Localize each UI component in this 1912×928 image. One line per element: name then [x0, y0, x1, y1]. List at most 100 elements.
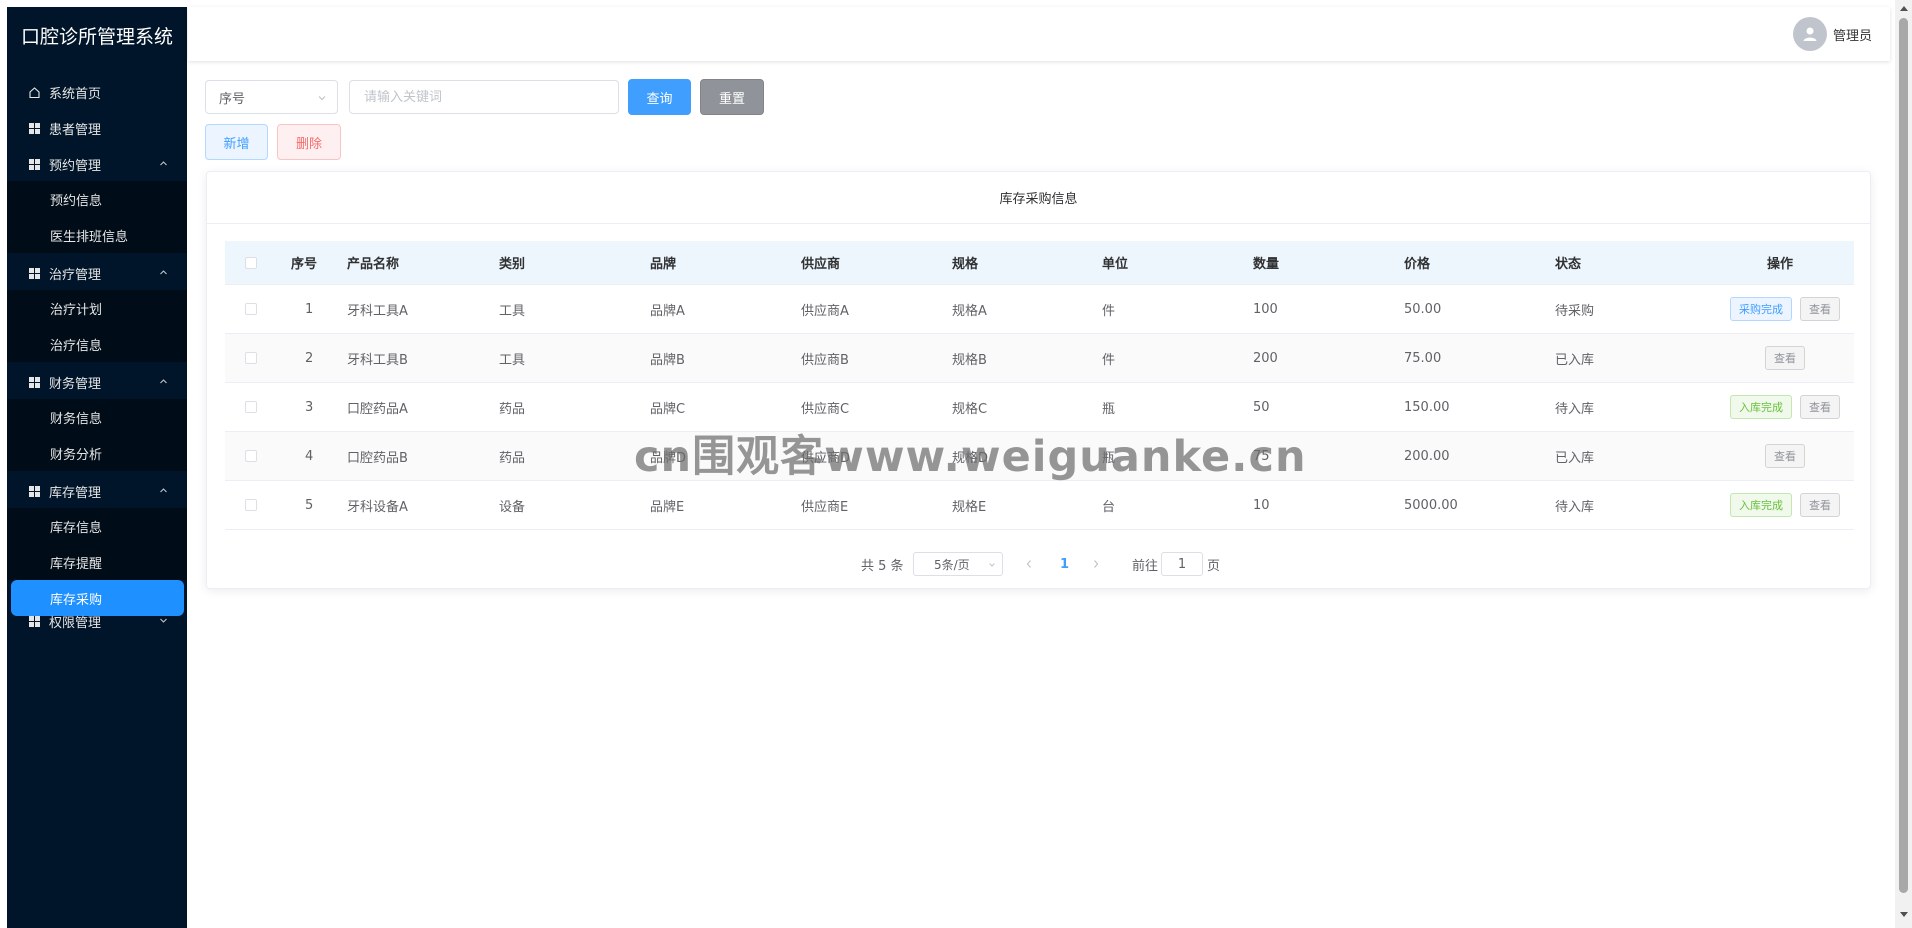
column-header: 产品名称 — [347, 257, 400, 272]
app-title: 口腔诊所管理系统 — [20, 25, 173, 48]
column-header: 操作 — [1766, 257, 1793, 272]
view-button[interactable]: 查看 — [1765, 346, 1805, 370]
goto-page-input[interactable]: 1 — [1161, 552, 1203, 576]
sidebar-subitem[interactable]: 预约信息 — [7, 181, 187, 217]
page-number-current[interactable]: 1 — [1060, 550, 1069, 578]
table-header-row: 序号 产品名称 类别 品牌 供应商 规格 单位 数量 价格 状态 操作 — [225, 241, 1854, 285]
sidebar-item-5[interactable]: 财务管理 — [7, 364, 187, 400]
table-row: 1 牙科工具A 工具 品牌A 供应商A 规格A 件 100 50.00 待采购 采购完成 查看 — [225, 285, 1854, 334]
sidebar-item-7[interactable]: 权限管理 — [7, 603, 187, 639]
view-button[interactable]: 查看 — [1800, 297, 1840, 321]
sidebar-item-label: 患者管理 — [49, 122, 102, 138]
sidebar-item-6[interactable]: 库存管理 — [7, 473, 187, 509]
grid-icon — [27, 485, 41, 497]
sidebar-subitem-label: 治疗信息 — [50, 338, 103, 354]
cell-price: 200.00 — [1404, 448, 1450, 464]
cell-supplier: 供应商E — [801, 499, 849, 515]
sidebar-item-2[interactable]: 患者管理 — [7, 110, 187, 146]
select-all-checkbox[interactable] — [245, 256, 257, 269]
sidebar-subitem[interactable]: 医生排班信息 — [7, 217, 187, 253]
sidebar-item-label: 预约管理 — [49, 158, 102, 174]
scroll-up-icon[interactable] — [1900, 6, 1908, 11]
cell-status: 已入库 — [1555, 352, 1595, 368]
sidebar-item-4[interactable]: 治疗管理 — [7, 255, 187, 291]
sidebar-subitem[interactable]: 治疗信息 — [7, 326, 187, 362]
add-button[interactable]: 新增 — [205, 124, 268, 160]
sidebar-subitem[interactable]: 库存提醒 — [7, 544, 187, 580]
row-checkbox[interactable] — [245, 352, 257, 364]
next-page-icon[interactable] — [1092, 550, 1100, 578]
row-actions: 采购完成 查看 — [1714, 285, 1864, 333]
cell-status: 待入库 — [1555, 499, 1595, 515]
user-name[interactable]: 管理员 — [1833, 25, 1872, 44]
cell-status: 已入库 — [1555, 450, 1595, 466]
chevron-up-icon — [159, 157, 167, 166]
stock-in-complete-button[interactable]: 入库完成 — [1730, 395, 1792, 419]
chevron-up-icon — [159, 484, 167, 493]
cell-id: 2 — [305, 350, 314, 366]
sidebar-item-label: 财务管理 — [49, 376, 102, 392]
chevron-down-icon — [159, 614, 167, 623]
cell-status: 待入库 — [1555, 401, 1595, 417]
column-header: 状态 — [1555, 257, 1582, 272]
row-checkbox[interactable] — [245, 401, 257, 413]
column-header: 供应商 — [801, 257, 841, 272]
pagination: 共 5 条 5条/页 1 前往 1 页 — [207, 550, 1870, 578]
sidebar-item-1[interactable]: 系统首页 — [7, 74, 187, 110]
reset-button[interactable]: 重置 — [700, 79, 764, 115]
cell-category: 设备 — [499, 499, 526, 515]
grid-icon — [27, 122, 41, 134]
user-icon[interactable] — [1792, 17, 1827, 51]
search-input[interactable] — [349, 80, 619, 114]
query-button[interactable]: 查询 — [628, 79, 691, 115]
delete-button[interactable]: 删除 — [277, 124, 341, 160]
sidebar-subitem[interactable]: 财务分析 — [7, 435, 187, 471]
row-checkbox[interactable] — [245, 303, 257, 315]
cell-price: 150.00 — [1404, 399, 1450, 415]
stock-in-complete-button[interactable]: 入库完成 — [1730, 493, 1792, 517]
page-size-select[interactable]: 5条/页 — [913, 552, 1003, 576]
view-button[interactable]: 查看 — [1800, 395, 1840, 419]
grid-icon — [27, 376, 41, 388]
purchase-complete-button[interactable]: 采购完成 — [1730, 297, 1792, 321]
sidebar-item-label: 权限管理 — [49, 615, 102, 631]
cell-spec: 规格A — [952, 303, 987, 319]
scrollbar-thumb[interactable] — [1899, 18, 1908, 893]
sidebar-item-label: 系统首页 — [49, 86, 102, 102]
sidebar-subitem[interactable]: 库存信息 — [7, 508, 187, 544]
column-header: 品牌 — [650, 257, 677, 272]
sidebar-subitem[interactable]: 治疗计划 — [7, 290, 187, 326]
chevron-down-icon — [318, 96, 326, 101]
sidebar-subitem-label: 预约信息 — [50, 193, 103, 209]
scroll-down-icon[interactable] — [1900, 912, 1908, 917]
view-button[interactable]: 查看 — [1800, 493, 1840, 517]
cell-qty: 100 — [1253, 301, 1278, 317]
page-size-value: 5条/页 — [934, 557, 970, 572]
chevron-down-icon — [989, 563, 995, 567]
column-header: 数量 — [1253, 257, 1280, 272]
page-scrollbar[interactable] — [1895, 0, 1912, 928]
cell-id: 3 — [305, 399, 314, 415]
sidebar-subitem-label: 医生排班信息 — [50, 229, 129, 245]
cell-unit: 件 — [1102, 303, 1116, 319]
row-checkbox[interactable] — [245, 450, 257, 462]
sidebar-subitem[interactable]: 财务信息 — [7, 399, 187, 435]
home-icon — [27, 86, 41, 99]
column-header: 序号 — [291, 257, 318, 272]
row-checkbox[interactable] — [245, 499, 257, 511]
search-field-select[interactable]: 序号 — [205, 80, 338, 114]
grid-icon — [27, 267, 41, 279]
chevron-up-icon — [159, 375, 167, 384]
cell-category: 工具 — [499, 303, 526, 319]
column-header: 单位 — [1102, 257, 1129, 272]
chevron-up-icon — [159, 266, 167, 275]
table-title: 库存采购信息 — [207, 172, 1870, 224]
cell-id: 4 — [305, 448, 314, 464]
cell-id: 5 — [305, 497, 314, 513]
cell-price: 5000.00 — [1404, 497, 1458, 513]
user-menu[interactable]: 管理员 — [1792, 17, 1872, 51]
prev-page-icon[interactable] — [1025, 550, 1033, 578]
sidebar-item-3[interactable]: 预约管理 — [7, 146, 187, 182]
view-button[interactable]: 查看 — [1765, 444, 1805, 468]
search-field-value: 序号 — [219, 91, 246, 107]
